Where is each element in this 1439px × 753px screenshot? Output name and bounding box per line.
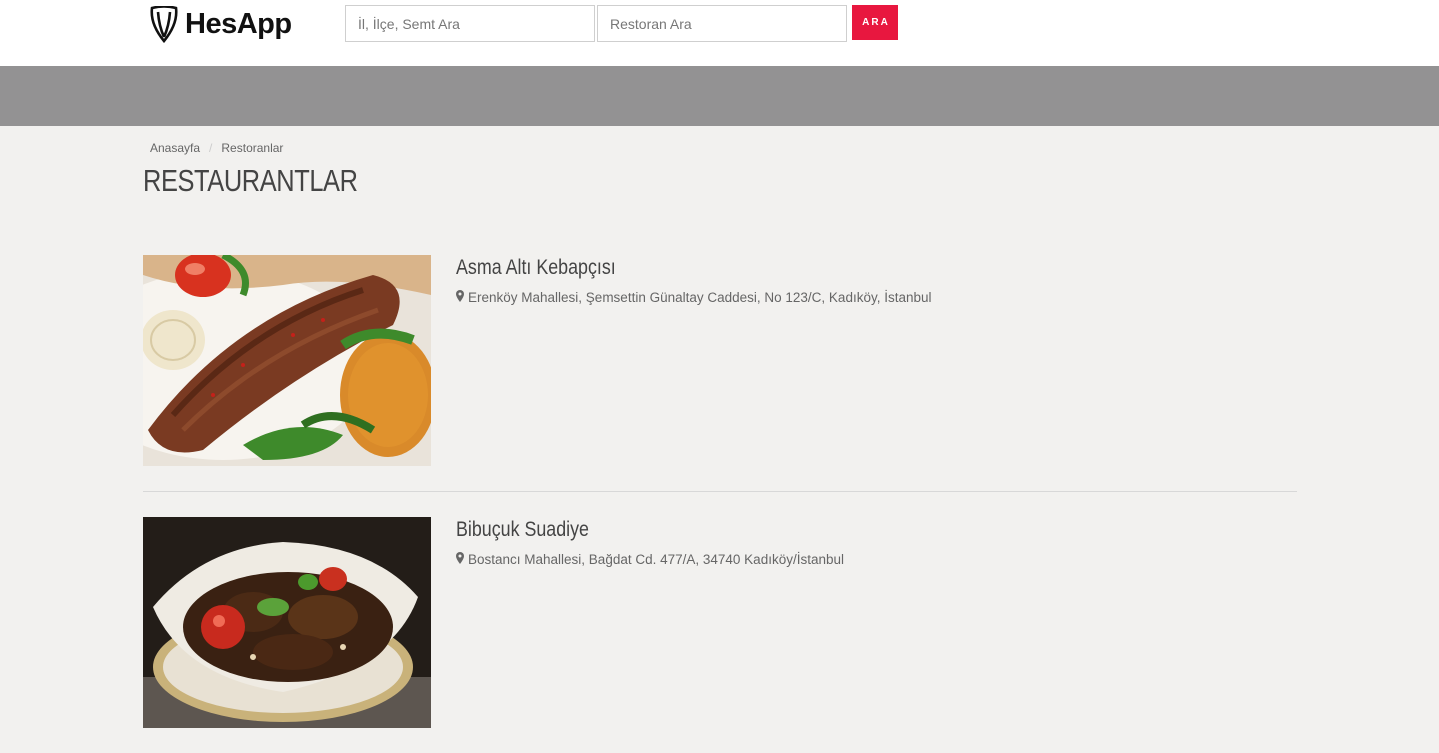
map-pin-icon bbox=[456, 290, 464, 305]
restaurant-list-item[interactable]: Bibuçuk Suadiye Bostancı Mahallesi, Bağd… bbox=[143, 517, 1297, 728]
restaurant-name[interactable]: Bibuçuk Suadiye bbox=[456, 518, 589, 542]
restaurant-search-input[interactable] bbox=[597, 5, 847, 42]
page-title: RESTAURANTLAR bbox=[143, 163, 358, 198]
logo-text: HesApp bbox=[185, 7, 292, 40]
restaurant-address: Bostancı Mahallesi, Bağdat Cd. 477/A, 34… bbox=[456, 552, 844, 567]
logo[interactable]: HesApp bbox=[149, 5, 292, 43]
breadcrumb: Anasayfa / Restoranlar bbox=[150, 141, 283, 155]
restaurant-image[interactable] bbox=[143, 517, 431, 728]
restaurant-name[interactable]: Asma Altı Kebapçısı bbox=[456, 256, 616, 280]
map-pin-icon bbox=[456, 552, 464, 567]
hero-band bbox=[0, 66, 1439, 126]
breadcrumb-current: Restoranlar bbox=[221, 141, 284, 155]
top-header: HesApp ARA bbox=[0, 0, 1439, 66]
restaurant-address-text: Bostancı Mahallesi, Bağdat Cd. 477/A, 34… bbox=[468, 552, 844, 567]
restaurant-address-text: Erenköy Mahallesi, Şemsettin Günaltay Ca… bbox=[468, 290, 932, 305]
shield-logo-icon bbox=[149, 5, 179, 43]
restaurant-image[interactable] bbox=[143, 255, 431, 466]
restaurant-list-item[interactable]: Asma Altı Kebapçısı Erenköy Mahallesi, Ş… bbox=[143, 255, 1297, 466]
restaurant-address: Erenköy Mahallesi, Şemsettin Günaltay Ca… bbox=[456, 290, 932, 305]
location-search-input[interactable] bbox=[345, 5, 595, 42]
breadcrumb-separator: / bbox=[209, 141, 213, 155]
list-divider bbox=[143, 491, 1297, 492]
breadcrumb-home-link[interactable]: Anasayfa bbox=[150, 141, 200, 155]
search-button[interactable]: ARA bbox=[852, 5, 898, 40]
